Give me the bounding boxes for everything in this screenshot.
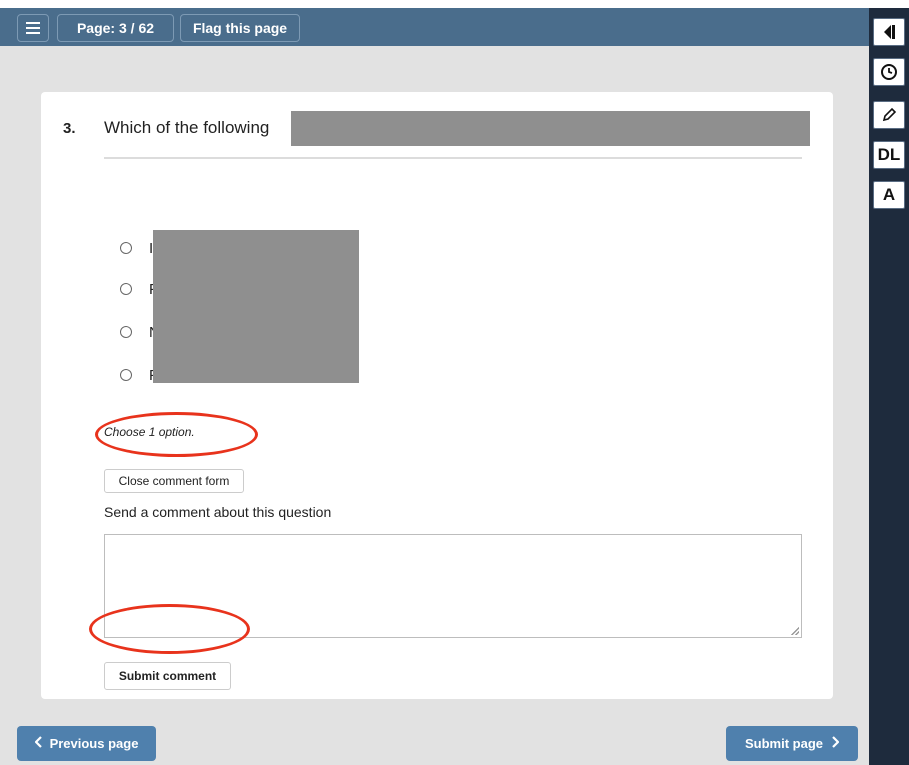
comment-prompt: Send a comment about this question [104,504,332,520]
highlight-ellipse-close [95,412,258,457]
page-indicator-button[interactable]: Page: 3 / 62 [57,14,174,42]
clock-icon[interactable] [873,58,905,86]
option-1[interactable]: I [120,238,153,258]
question-divider [104,157,802,159]
page-indicator-label: Page: 3 / 62 [76,20,155,36]
submit-page-button[interactable]: Submit page [726,726,858,761]
submit-page-label: Submit page [744,736,823,751]
content-area: 3. Which of the following I F N F Choose… [0,46,869,765]
radio-button[interactable] [120,326,132,338]
radio-button[interactable] [120,369,132,381]
question-text: Which of the following [104,118,270,137]
collapse-panel-icon[interactable] [873,18,905,46]
menu-icon-graphic [26,22,40,34]
resize-handle[interactable] [791,627,799,635]
pencil-icon[interactable] [873,101,905,129]
right-sidebar: DL A [869,8,909,765]
chevron-left-icon [34,736,43,751]
radio-button[interactable] [120,283,132,295]
question-number: 3. [63,120,76,137]
close-comment-form-button[interactable]: Close comment form [104,469,244,493]
previous-page-button[interactable]: Previous page [17,726,156,761]
previous-page-label: Previous page [49,736,139,751]
dl-button[interactable]: DL [873,141,905,169]
submit-comment-label: Submit comment [118,669,217,683]
flag-page-button[interactable]: Flag this page [180,14,300,42]
dl-label: DL [877,145,901,164]
hamburger-menu-icon[interactable] [17,14,49,42]
redacted-options [153,230,359,383]
flag-page-label: Flag this page [192,20,288,36]
radio-button[interactable] [120,242,132,254]
chevron-right-icon [831,736,840,751]
highlight-ellipse-submit [89,604,250,654]
close-comment-form-label: Close comment form [118,474,230,488]
redacted-question-text [291,111,810,146]
top-toolbar: Page: 3 / 62 Flag this page [0,8,869,46]
font-size-button[interactable]: A [873,181,905,209]
a-label: A [882,185,896,204]
submit-comment-button[interactable]: Submit comment [104,662,231,690]
